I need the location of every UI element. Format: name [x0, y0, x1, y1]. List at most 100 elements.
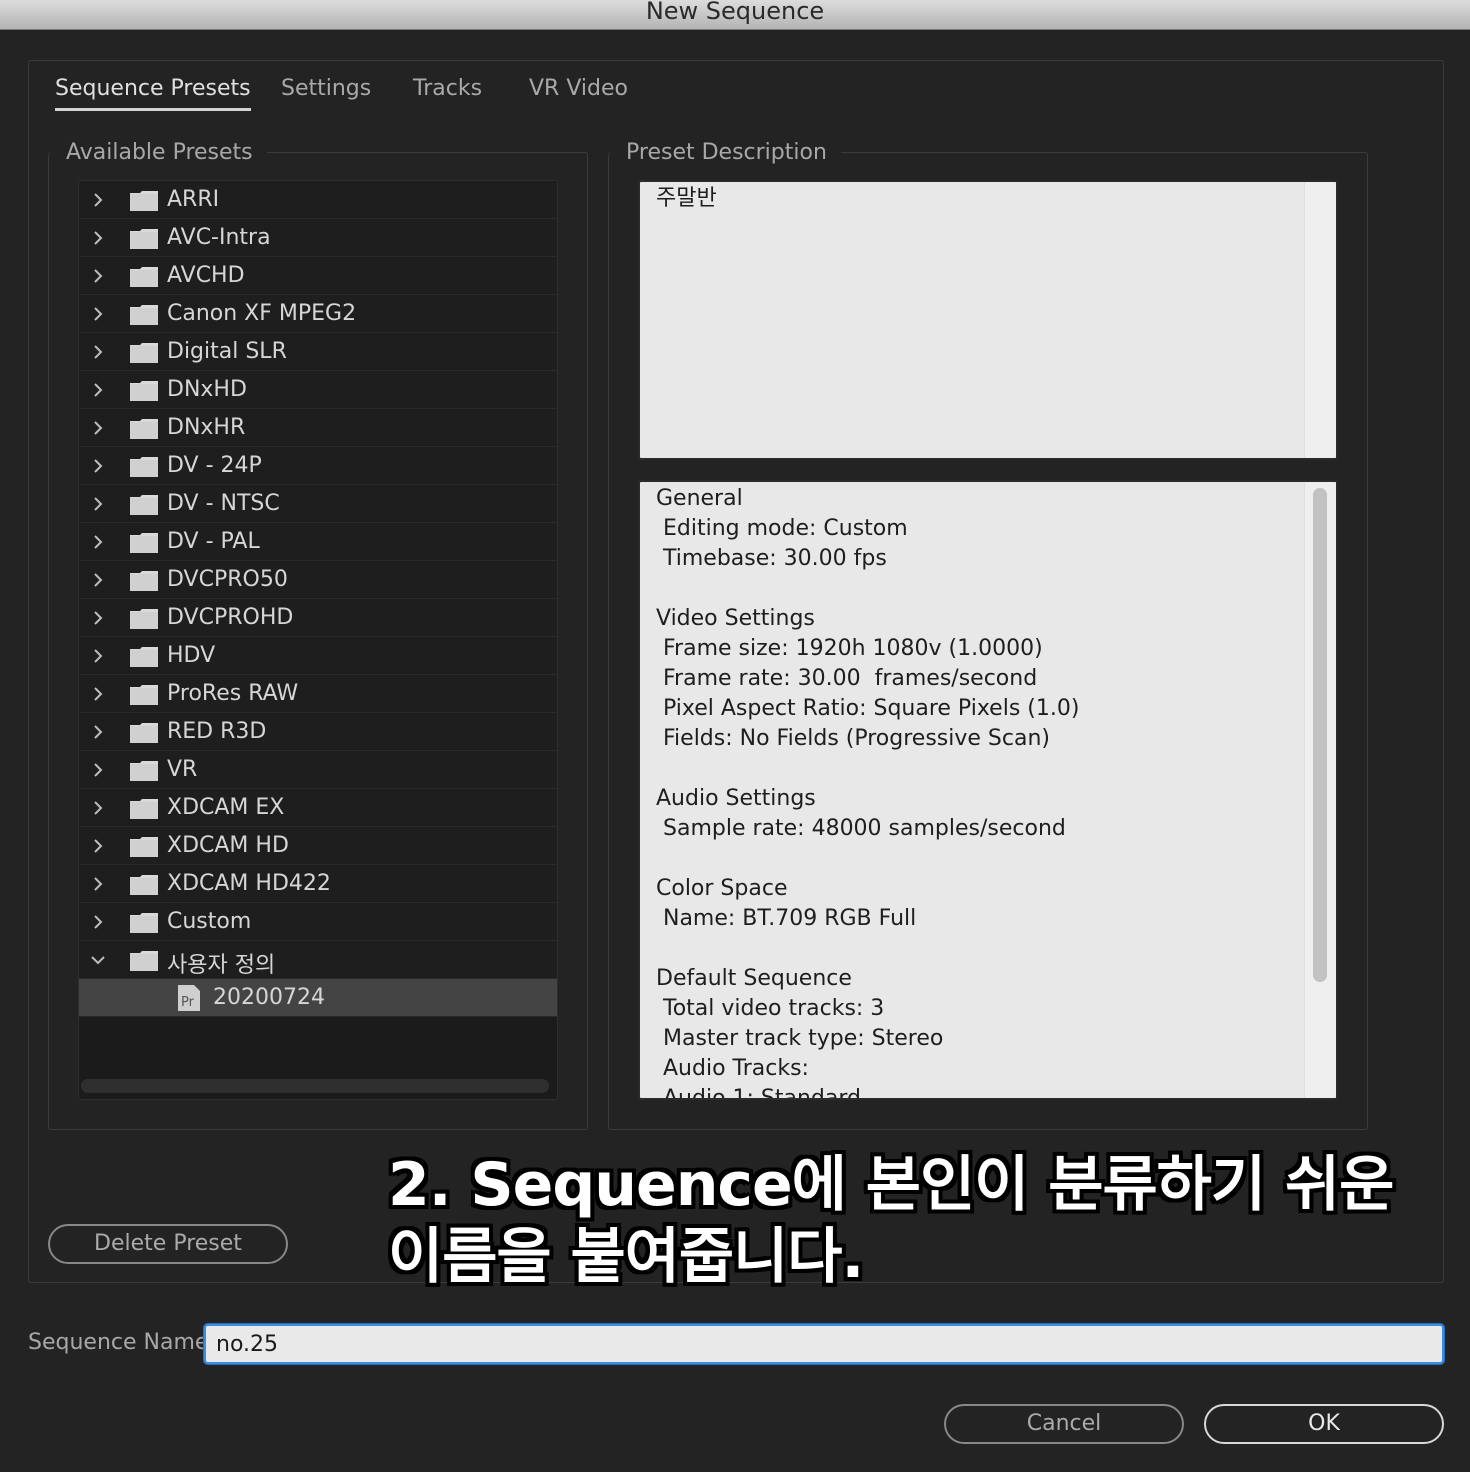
preset-label: DNxHR [167, 415, 246, 440]
preset-label: DVCPRO50 [167, 567, 288, 592]
folder-icon [129, 190, 159, 212]
window-title: New Sequence [645, 0, 825, 25]
preset-label: XDCAM HD422 [167, 871, 331, 896]
preset-folder-row[interactable]: DNxHR [79, 409, 557, 447]
preset-label: DVCPROHD [167, 605, 294, 630]
chevron-right-icon[interactable] [89, 419, 107, 437]
preset-folder-row[interactable]: ProRes RAW [79, 675, 557, 713]
tab-settings[interactable]: Settings [281, 76, 371, 101]
preset-note-text: 주말반 [656, 186, 717, 211]
horizontal-scrollbar[interactable] [81, 1079, 549, 1093]
chevron-right-icon[interactable] [89, 571, 107, 589]
preset-description-label: Preset Description [610, 140, 841, 165]
presets-tree[interactable]: Pr 20200724 사용자 정의 Custom XDCAM HD422 XDCAM H… [78, 180, 558, 1100]
chevron-right-icon[interactable] [89, 685, 107, 703]
caption-line-2: 이름을 붙여줍니다. [388, 1222, 864, 1292]
folder-icon [129, 608, 159, 630]
chevron-right-icon[interactable] [89, 533, 107, 551]
tab-vr-video[interactable]: VR Video [529, 76, 628, 101]
preset-folder-row[interactable]: Custom [79, 903, 557, 941]
chevron-right-icon[interactable] [89, 723, 107, 741]
folder-icon [129, 532, 159, 554]
preset-label: XDCAM EX [167, 795, 285, 820]
preset-folder-row[interactable]: XDCAM HD [79, 827, 557, 865]
preset-folder-row[interactable]: Canon XF MPEG2 [79, 295, 557, 333]
preset-note-box[interactable]: 주말반 [638, 180, 1338, 460]
preset-details-box[interactable]: General Editing mode: Custom Timebase: 3… [638, 480, 1338, 1100]
folder-icon [129, 836, 159, 858]
folder-icon [129, 646, 159, 668]
folder-icon [129, 950, 159, 972]
folder-icon [129, 874, 159, 896]
preset-folder-row[interactable]: DV - PAL [79, 523, 557, 561]
chevron-right-icon[interactable] [89, 647, 107, 665]
preset-label: Canon XF MPEG2 [167, 301, 357, 326]
delete-preset-button[interactable]: Delete Preset [48, 1224, 288, 1264]
preset-folder-row[interactable]: ARRI [79, 181, 557, 219]
preset-folder-row[interactable]: AVC-Intra [79, 219, 557, 257]
folder-icon [129, 722, 159, 744]
preset-folder-row[interactable]: 사용자 정의 [79, 941, 557, 979]
folder-icon [129, 798, 159, 820]
folder-icon [129, 266, 159, 288]
svg-text:Pr: Pr [181, 995, 195, 1010]
preset-folder-row[interactable]: DV - 24P [79, 447, 557, 485]
preset-folder-row[interactable]: VR [79, 751, 557, 789]
details-scroll-thumb[interactable] [1313, 488, 1327, 982]
title-bar: New Sequence [0, 0, 1470, 30]
preset-folder-row[interactable]: Digital SLR [79, 333, 557, 371]
cancel-button[interactable]: Cancel [944, 1404, 1184, 1444]
folder-icon [129, 380, 159, 402]
chevron-right-icon[interactable] [89, 799, 107, 817]
folder-icon [129, 684, 159, 706]
chevron-right-icon[interactable] [89, 457, 107, 475]
chevron-down-icon[interactable] [89, 951, 107, 969]
preset-label: RED R3D [167, 719, 267, 744]
preset-folder-row[interactable]: RED R3D [79, 713, 557, 751]
chevron-right-icon[interactable] [89, 191, 107, 209]
chevron-right-icon[interactable] [89, 495, 107, 513]
preset-folder-row[interactable]: AVCHD [79, 257, 557, 295]
chevron-right-icon[interactable] [89, 609, 107, 627]
preset-folder-row[interactable]: DVCPRO50 [79, 561, 557, 599]
chevron-right-icon[interactable] [89, 761, 107, 779]
preset-label: AVC-Intra [167, 225, 271, 250]
tab-tracks[interactable]: Tracks [413, 76, 482, 101]
chevron-right-icon[interactable] [89, 305, 107, 323]
chevron-right-icon[interactable] [89, 229, 107, 247]
folder-icon [129, 228, 159, 250]
preset-folder-row[interactable]: DVCPROHD [79, 599, 557, 637]
chevron-right-icon[interactable] [89, 343, 107, 361]
preset-item[interactable]: Pr 20200724 [79, 979, 557, 1017]
folder-icon [129, 418, 159, 440]
preset-label: ProRes RAW [167, 681, 299, 706]
chevron-right-icon[interactable] [89, 267, 107, 285]
preset-label: Custom [167, 909, 252, 934]
preset-label: ARRI [167, 187, 220, 212]
folder-icon [129, 456, 159, 478]
preset-label: HDV [167, 643, 216, 668]
chevron-right-icon[interactable] [89, 381, 107, 399]
preset-folder-row[interactable]: DV - NTSC [79, 485, 557, 523]
preset-label: AVCHD [167, 263, 245, 288]
sequence-name-input[interactable] [204, 1324, 1444, 1364]
preset-label: 20200724 [213, 985, 325, 1010]
preset-folder-row[interactable]: HDV [79, 637, 557, 675]
folder-icon [129, 912, 159, 934]
folder-icon [129, 342, 159, 364]
chevron-right-icon[interactable] [89, 875, 107, 893]
chevron-right-icon[interactable] [89, 837, 107, 855]
preset-folder-row[interactable]: XDCAM HD422 [79, 865, 557, 903]
tab-sequence-presets[interactable]: Sequence Presets [55, 76, 251, 111]
preset-folder-row[interactable]: DNxHD [79, 371, 557, 409]
folder-icon [129, 760, 159, 782]
preset-label: DV - 24P [167, 453, 262, 478]
ok-button[interactable]: OK [1204, 1404, 1444, 1444]
preset-details-text: General Editing mode: Custom Timebase: 3… [656, 486, 1080, 1100]
details-scroll-track[interactable] [1304, 482, 1336, 1098]
preset-label: DV - NTSC [167, 491, 280, 516]
note-scroll-track [1304, 182, 1336, 458]
preset-folder-row[interactable]: XDCAM EX [79, 789, 557, 827]
preset-label: DNxHD [167, 377, 247, 402]
chevron-right-icon[interactable] [89, 913, 107, 931]
